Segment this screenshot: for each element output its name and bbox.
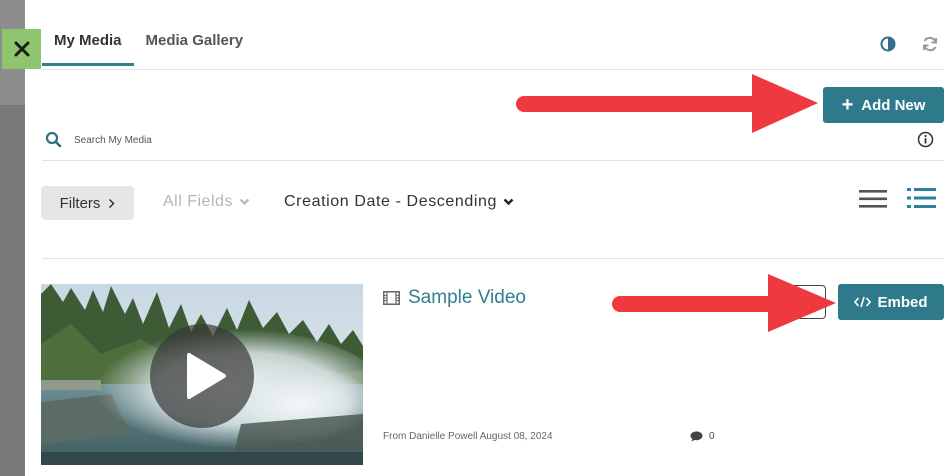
embed-label: Embed	[877, 293, 928, 311]
tab-my-media[interactable]: My Media	[42, 22, 134, 66]
search-icon	[45, 131, 62, 148]
tab-bar: My Media Media Gallery	[42, 22, 255, 66]
detailed-view-icon[interactable]	[907, 186, 936, 210]
chevron-right-icon	[109, 198, 115, 208]
fields-label: All Fields	[163, 193, 233, 210]
add-new-button[interactable]: + Add New	[823, 87, 944, 123]
divider	[42, 69, 944, 70]
film-icon	[383, 291, 400, 305]
backdrop	[0, 0, 25, 476]
annotation-arrow	[516, 74, 818, 133]
list-view-icon[interactable]	[859, 188, 887, 210]
page: My Media Media Gallery + Add New Filters…	[0, 0, 952, 476]
sort-dropdown[interactable]: Creation Date - Descending	[284, 193, 514, 211]
embed-button[interactable]: Embed	[838, 284, 944, 320]
comment-icon	[690, 431, 703, 442]
divider	[42, 160, 944, 161]
code-icon	[854, 296, 872, 308]
annotation-arrow	[612, 274, 836, 332]
entry-title-link[interactable]: Sample Video	[408, 287, 526, 309]
close-button[interactable]	[2, 29, 41, 69]
info-icon[interactable]	[917, 131, 934, 148]
divider	[42, 258, 944, 259]
filters-button[interactable]: Filters	[41, 186, 134, 220]
entry-meta: From Danielle Powell August 08, 2024	[383, 431, 553, 442]
fields-dropdown[interactable]: All Fields	[163, 193, 250, 211]
sort-label: Creation Date - Descending	[284, 193, 498, 210]
chevron-down-icon	[239, 198, 250, 206]
play-icon[interactable]	[149, 323, 255, 429]
filters-label: Filters	[59, 194, 101, 212]
refresh-icon[interactable]	[921, 35, 939, 53]
chevron-down-icon	[503, 198, 514, 206]
tab-media-gallery[interactable]: Media Gallery	[134, 22, 256, 66]
close-icon	[14, 41, 29, 57]
add-new-label: Add New	[861, 96, 926, 114]
plus-icon: +	[841, 94, 854, 116]
contrast-icon[interactable]	[880, 36, 896, 52]
comment-count: 0	[709, 431, 715, 442]
